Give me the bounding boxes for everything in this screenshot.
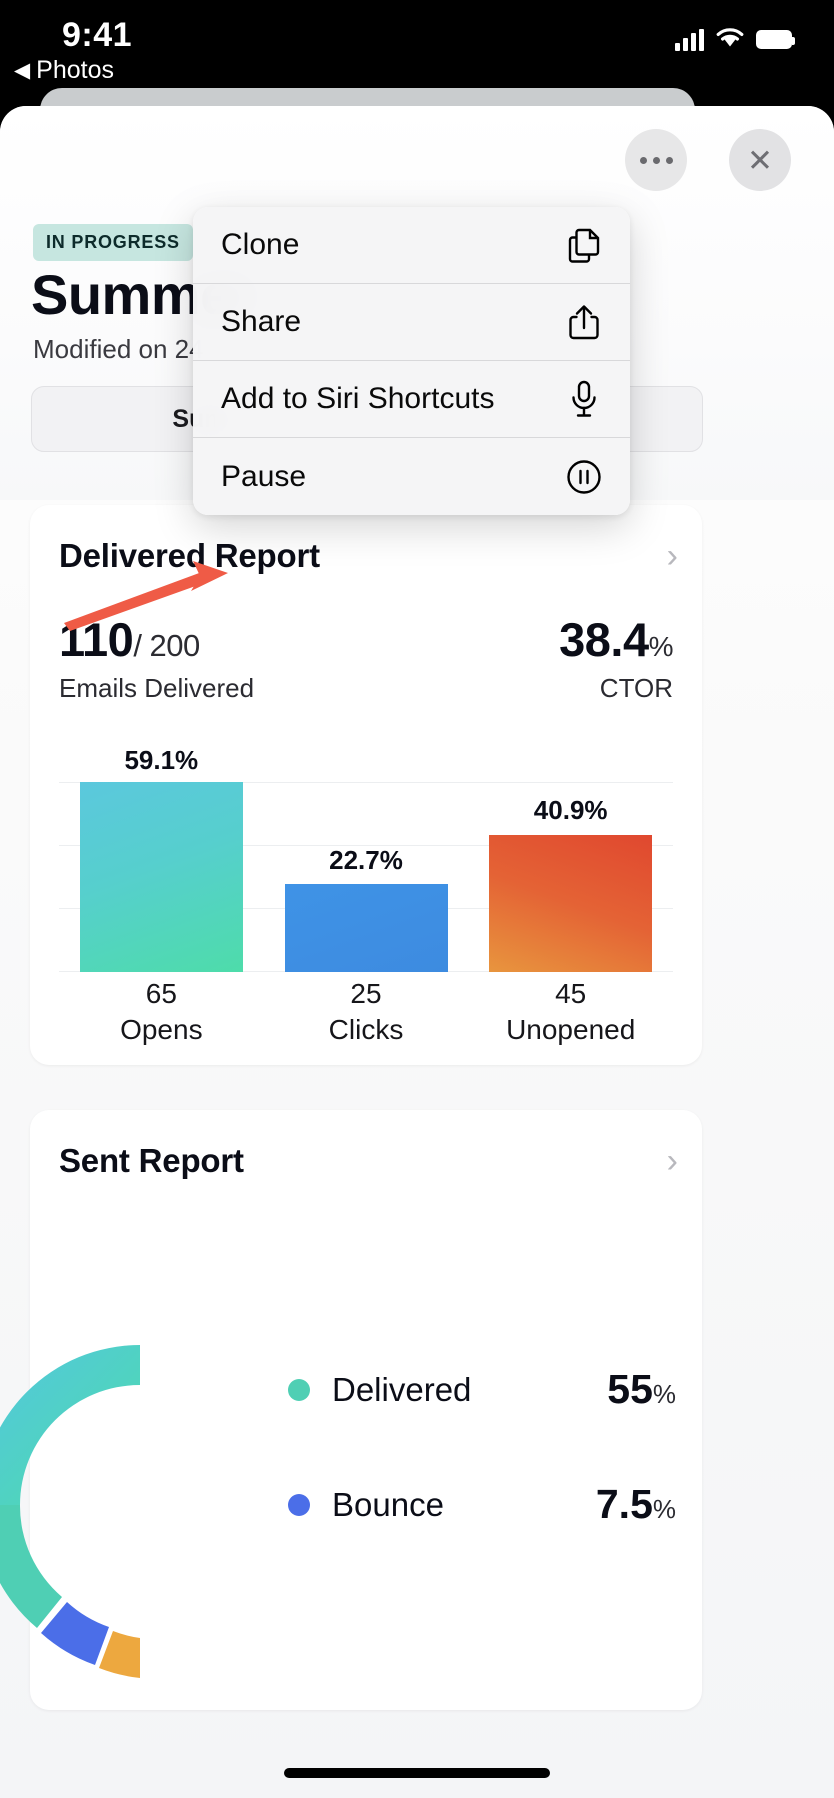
ctor-unit: % [648, 631, 674, 662]
chevron-right-icon[interactable]: › [667, 539, 678, 573]
menu-item-clone[interactable]: Clone [193, 207, 630, 284]
delivered-total: / 200 [133, 628, 200, 663]
back-label: Photos [36, 56, 114, 84]
bar-chart-plot: 59.1% 22.7% 40.9% [59, 745, 673, 972]
legend-label-bounce: Bounce [332, 1485, 444, 1523]
menu-item-add-to-siri-shortcuts[interactable]: Add to Siri Shortcuts [193, 361, 630, 438]
ellipsis-icon [639, 156, 673, 164]
ctor-label: CTOR [599, 673, 673, 704]
ctor-stat: 38.4% CTOR [559, 615, 673, 704]
bar-group: 59.1% 22.7% 40.9% [59, 745, 673, 972]
legend-value-bounce-unit: % [652, 1494, 676, 1524]
status-badge: IN PROGRESS [33, 224, 193, 261]
donut-segment-other [99, 1631, 140, 1678]
delivered-report-stats: 110/ 200 Emails Delivered 38.4% CTOR [59, 615, 674, 704]
microphone-icon [564, 379, 604, 419]
close-button[interactable]: ✕ [729, 129, 791, 191]
ctor-value-wrap: 38.4% [559, 615, 673, 664]
sent-report-legend: Delivered 55% Bounce 7.5% [288, 1332, 676, 1562]
legend-value-bounce-number: 7.5 [595, 1481, 653, 1527]
bar-clicks [284, 884, 448, 972]
cellular-signal-icon [675, 28, 704, 51]
bar-column-clicks: 22.7% [264, 782, 469, 972]
bar-column-unopened: 40.9% [468, 782, 673, 972]
axis-item-clicks: 25 Clicks [264, 978, 469, 1046]
emails-delivered-stat: 110/ 200 Emails Delivered [59, 615, 254, 704]
back-to-photos-link[interactable]: ◀ Photos [14, 56, 114, 85]
delivered-report-header: Delivered Report › [59, 537, 678, 575]
legend-item-delivered: Delivered 55% [288, 1332, 676, 1447]
donut-segment-delivered-lower [0, 1505, 62, 1628]
legend-label-delivered: Delivered [332, 1370, 472, 1408]
sent-report-header: Sent Report › [59, 1142, 678, 1180]
donut-segment-bounce [41, 1602, 109, 1665]
sent-report-card[interactable]: Sent Report › Delivered 55% Bounce 7.5% [0, 1110, 702, 1710]
axis-item-opens: 65 Opens [59, 978, 264, 1046]
context-menu[interactable]: Clone Share Add to Siri Shortcuts Pause [193, 207, 630, 515]
status-bar: 9:41 ◀ Photos [0, 0, 834, 96]
ctor-value: 38.4 [559, 613, 649, 666]
phone-screen: 9:41 ◀ Photos ✕ IN PROGRESS Summer Modif… [0, 0, 834, 1798]
bar-value-clicks: 22.7% [329, 845, 403, 875]
bar-chart-axis: 65 Opens 25 Clicks 45 Unopened [59, 978, 673, 1046]
bar-column-opens: 59.1% [59, 745, 264, 972]
legend-value-delivered: 55% [607, 1366, 676, 1413]
delivered-bar-chart: 59.1% 22.7% 40.9% 65 Opens 25 Clicks 45 … [59, 742, 673, 1045]
legend-value-delivered-unit: % [652, 1379, 676, 1409]
axis-label-unopened: Unopened [506, 1014, 636, 1045]
sent-donut-chart [0, 1290, 305, 1690]
donut-segment-delivered [0, 1345, 140, 1505]
delivered-count: 110 [59, 613, 134, 666]
axis-label-opens: Opens [120, 1014, 203, 1045]
legend-item-bounce: Bounce 7.5% [288, 1447, 676, 1562]
menu-item-siri-label: Add to Siri Shortcuts [221, 382, 495, 415]
axis-count-opens: 65 [145, 978, 177, 1009]
share-icon [564, 302, 604, 342]
sent-report-title: Sent Report [59, 1142, 244, 1179]
menu-item-pause[interactable]: Pause [193, 438, 630, 515]
chevron-right-icon[interactable]: › [667, 1144, 678, 1178]
legend-dot-delivered [288, 1378, 310, 1401]
campaign-detail-sheet: ✕ IN PROGRESS Summer Modified on 24 Sum … [0, 106, 834, 1798]
axis-count-unopened: 45 [555, 978, 587, 1009]
menu-item-pause-label: Pause [221, 459, 307, 493]
bar-opens [79, 782, 243, 972]
delivered-report-card[interactable]: Delivered Report › 110/ 200 Emails Deliv… [30, 505, 702, 1065]
status-bar-indicators [675, 26, 795, 53]
menu-item-share-label: Share [221, 305, 302, 338]
bar-unopened [489, 835, 653, 972]
axis-item-unopened: 45 Unopened [468, 978, 673, 1046]
copy-icon [564, 225, 604, 265]
wifi-icon [715, 26, 745, 53]
menu-item-share[interactable]: Share [193, 284, 630, 361]
battery-icon [756, 30, 795, 49]
legend-value-delivered-number: 55 [607, 1366, 653, 1412]
home-indicator [284, 1768, 550, 1778]
more-options-button[interactable] [625, 129, 687, 191]
delivered-count-value: 110/ 200 [59, 615, 254, 664]
modified-date: Modified on 24 [33, 334, 204, 364]
status-bar-time: 9:41 [62, 16, 133, 54]
back-arrow-icon: ◀ [14, 59, 31, 82]
bar-value-opens: 59.1% [124, 745, 199, 775]
bar-value-unopened: 40.9% [533, 795, 608, 825]
legend-value-bounce: 7.5% [596, 1481, 676, 1528]
axis-count-clicks: 25 [350, 978, 382, 1009]
delivered-report-title: Delivered Report [59, 537, 320, 574]
pause-circle-icon [564, 457, 604, 497]
emails-delivered-label: Emails Delivered [59, 673, 255, 704]
close-icon: ✕ [747, 142, 773, 178]
axis-label-clicks: Clicks [328, 1014, 404, 1045]
legend-dot-bounce [288, 1493, 310, 1516]
menu-item-clone-label: Clone [221, 228, 300, 261]
